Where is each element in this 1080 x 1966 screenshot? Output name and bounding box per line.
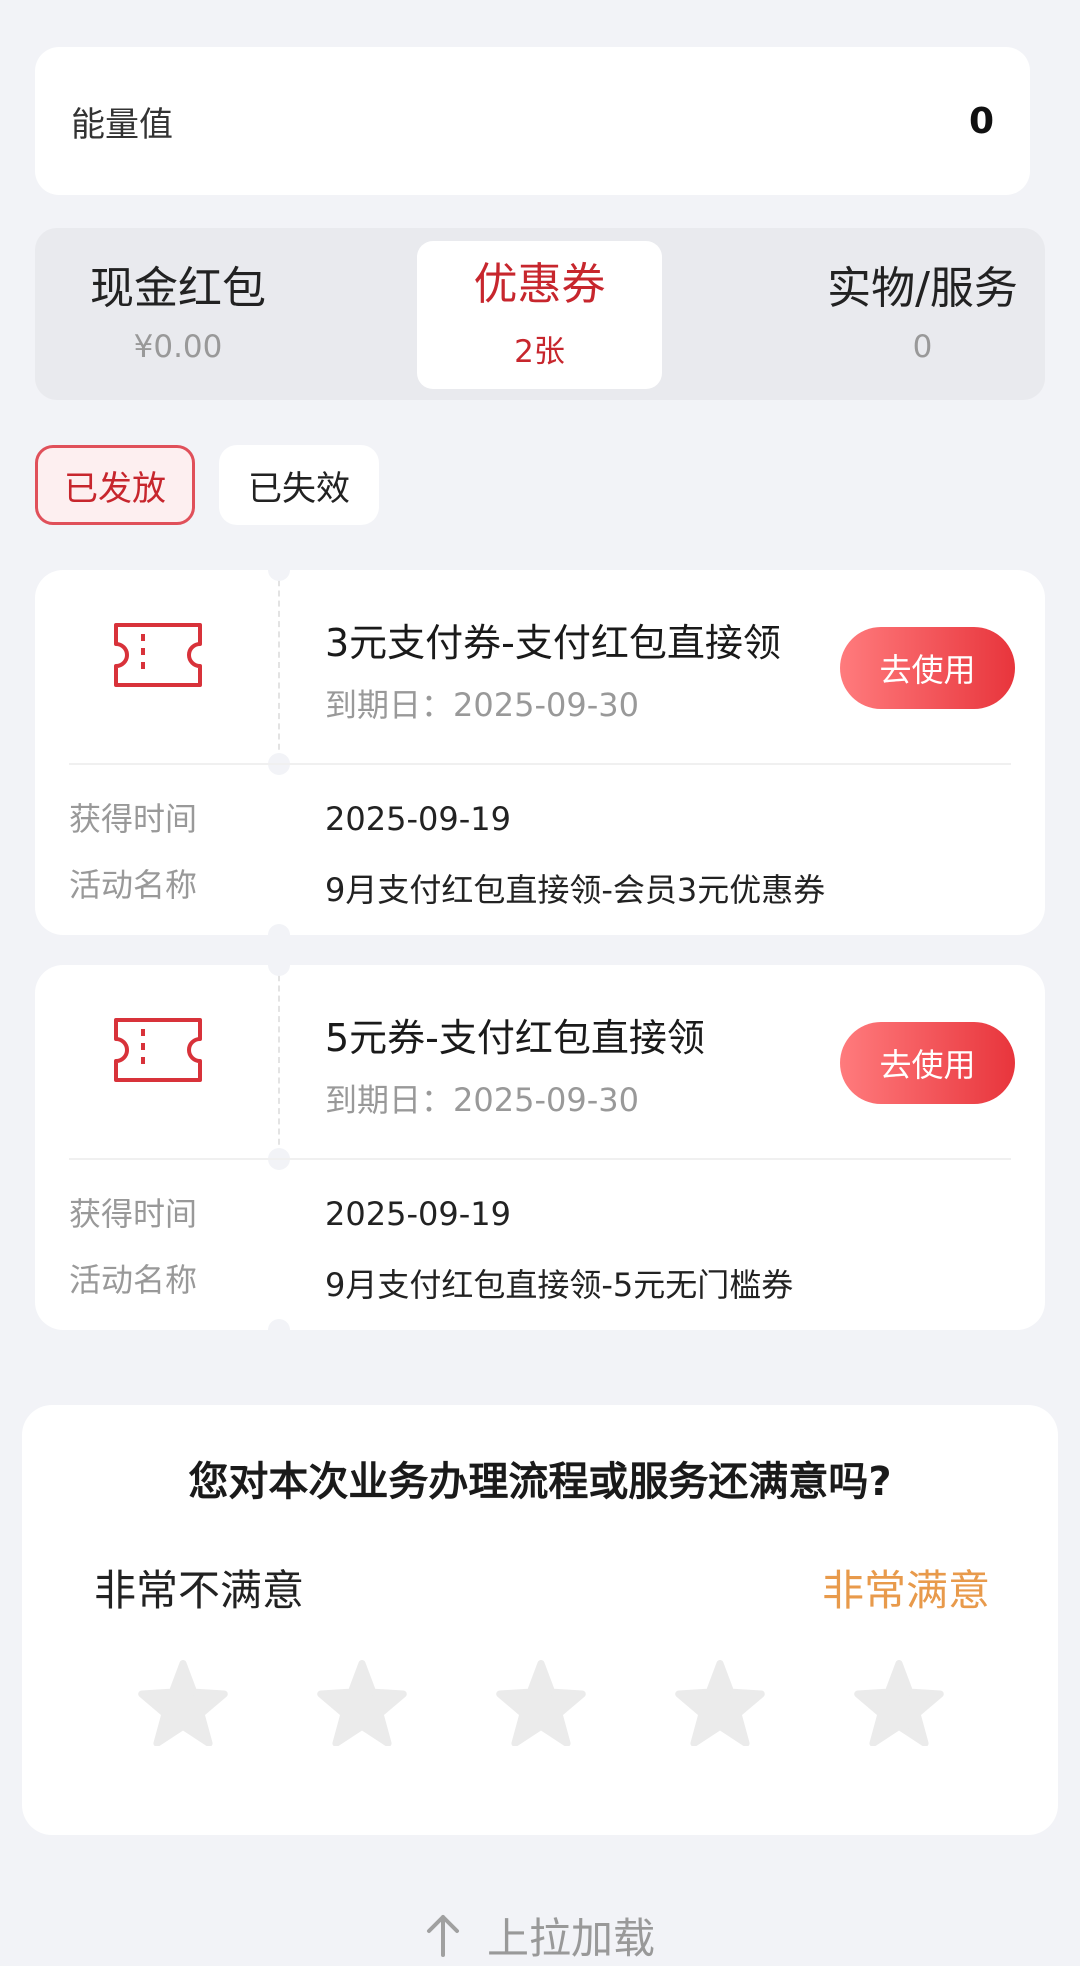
tab-physical-service[interactable]: 实物/服务 0 — [800, 228, 1045, 400]
coupon-notch — [268, 965, 290, 976]
activity-name-value: 9月支付红包直接领-5元无门槛券 — [325, 1266, 794, 1304]
tab-coupons-count: 2张 — [514, 333, 565, 370]
satisfaction-survey: 您对本次业务办理流程或服务还满意吗? 非常不满意 非常满意 — [22, 1405, 1058, 1835]
filter-issued-button[interactable]: 已发放 — [35, 445, 195, 525]
energy-value: 0 — [968, 100, 994, 142]
tab-coupons[interactable]: 优惠券 2张 — [417, 241, 662, 389]
obtained-time-label: 获得时间 — [69, 1195, 198, 1233]
obtained-time-value: 2025-09-19 — [325, 800, 511, 838]
obtained-time-value: 2025-09-19 — [325, 1195, 511, 1233]
energy-card: 能量值 0 — [35, 47, 1030, 195]
pull-up-label: 上拉加载 — [486, 1913, 655, 1963]
ticket-icon — [114, 623, 202, 687]
activity-name-label: 活动名称 — [69, 866, 198, 904]
rating-low-label: 非常不满意 — [94, 1566, 305, 1615]
use-coupon-button[interactable]: 去使用 — [840, 1022, 1015, 1104]
star-icon[interactable] — [675, 1660, 765, 1746]
obtained-time-label: 获得时间 — [69, 800, 198, 838]
activity-name-label: 活动名称 — [69, 1261, 198, 1299]
use-coupon-button[interactable]: 去使用 — [840, 627, 1015, 709]
activity-name-value: 9月支付红包直接领-会员3元优惠券 — [325, 871, 826, 909]
star-icon[interactable] — [317, 1660, 407, 1746]
star-icon[interactable] — [496, 1660, 586, 1746]
coupon-title: 3元支付券-支付红包直接领 — [325, 621, 781, 665]
tab-physical-count: 0 — [912, 329, 933, 366]
coupon-separator — [69, 1158, 1011, 1160]
tab-cash-redpacket[interactable]: 现金红包 ¥0.00 — [53, 228, 303, 400]
filter-expired-button[interactable]: 已失效 — [219, 445, 379, 525]
pull-up-load: 上拉加载 — [0, 1905, 1080, 1965]
category-tabs: 现金红包 ¥0.00 优惠券 2张 实物/服务 0 — [35, 228, 1045, 400]
coupon-expiry: 到期日：2025-09-30 — [325, 1081, 639, 1119]
energy-label: 能量值 — [71, 104, 173, 145]
coupon-card: 5元券-支付红包直接领 到期日：2025-09-30 去使用 获得时间 2025… — [35, 965, 1045, 1330]
coupon-notch — [268, 1319, 290, 1330]
tab-coupons-label: 优惠券 — [473, 259, 606, 311]
coupon-separator — [69, 763, 1011, 765]
coupon-divider — [278, 965, 280, 1155]
coupon-card: 3元支付券-支付红包直接领 到期日：2025-09-30 去使用 获得时间 20… — [35, 570, 1045, 935]
star-icon[interactable] — [138, 1660, 228, 1746]
coupon-title: 5元券-支付红包直接领 — [325, 1016, 705, 1060]
coupon-notch — [268, 570, 290, 581]
coupon-notch — [268, 924, 290, 935]
ticket-icon — [114, 1018, 202, 1082]
coupon-expiry: 到期日：2025-09-30 — [325, 686, 639, 724]
tab-cash-amount: ¥0.00 — [133, 329, 223, 366]
survey-question: 您对本次业务办理流程或服务还满意吗? — [188, 1459, 892, 1505]
tab-physical-label: 实物/服务 — [827, 262, 1018, 314]
star-icon[interactable] — [854, 1660, 944, 1746]
tab-cash-label: 现金红包 — [90, 262, 266, 314]
arrow-up-icon — [426, 1915, 459, 1957]
coupon-page: 能量值 0 现金红包 ¥0.00 优惠券 2张 实物/服务 0 已发放 已失效 … — [0, 0, 1080, 1966]
rating-high-label: 非常满意 — [821, 1566, 990, 1615]
coupon-divider — [278, 570, 280, 760]
